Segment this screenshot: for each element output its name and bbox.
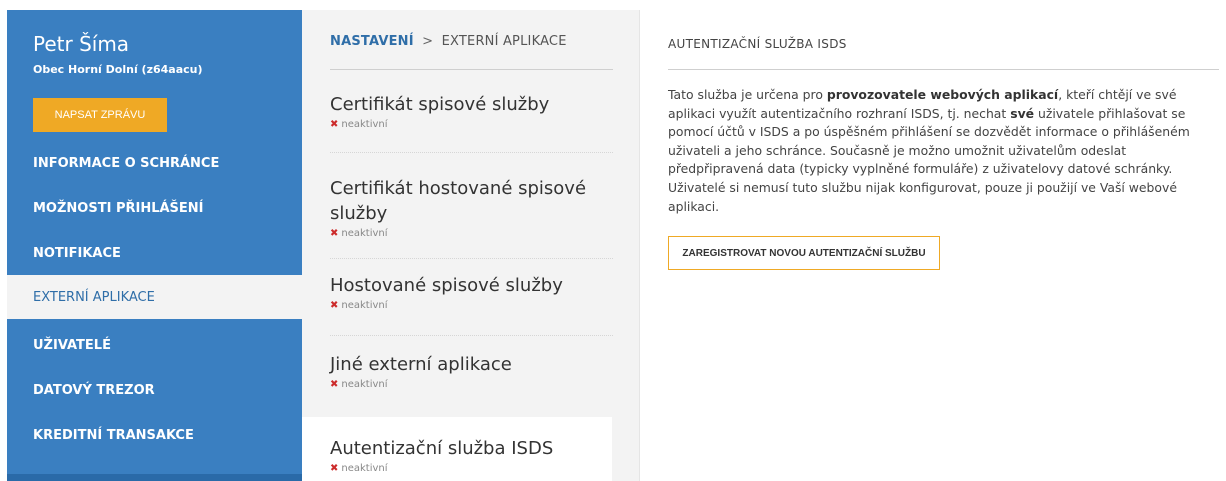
app-item-other-external-apps[interactable]: Jiné externí aplikace ✖ neaktivní (330, 352, 613, 390)
sidebar-item-credit-transactions[interactable]: KREDITNÍ TRANSAKCE (7, 418, 302, 452)
register-auth-service-button[interactable]: ZAREGISTROVAT NOVOU AUTENTIZAČNÍ SLUŽBU (668, 236, 940, 270)
user-organization: Obec Horní Dolní (z64aacu) (33, 63, 203, 76)
divider (668, 69, 1219, 70)
breadcrumb-current: EXTERNÍ APLIKACE (441, 34, 567, 49)
description-text: uživatele přihlašovat se pomocí účtů v I… (668, 105, 1190, 214)
detail-panel: AUTENTIZAČNÍ SLUŽBA ISDS Tato služba je … (639, 10, 1226, 481)
sidebar-item-data-vault[interactable]: DATOVÝ TREZOR (7, 373, 302, 407)
app-item-title: Certifikát spisové služby (330, 94, 550, 115)
status-label: neaktivní (341, 463, 388, 474)
detail-title: AUTENTIZAČNÍ SLUŽBA ISDS (668, 37, 847, 51)
detail-description: Tato služba je určena pro provozovatele … (668, 86, 1213, 216)
sidebar-item-users[interactable]: UŽIVATELÉ (7, 328, 302, 362)
user-name: Petr Šíma (33, 32, 130, 56)
breadcrumb-separator: > (422, 34, 434, 49)
app-item-isds-authentication[interactable]: Autentizační služba ISDS ✖ neaktivní (302, 417, 612, 481)
sidebar: Petr Šíma Obec Horní Dolní (z64aacu) NAP… (7, 10, 302, 481)
app-item-title: Autentizační služba ISDS (330, 438, 554, 459)
status-label: neaktivní (341, 228, 388, 239)
app-item-title: Hostované spisové služby (330, 275, 563, 296)
inactive-x-icon: ✖ (330, 119, 339, 130)
description-bold-text: provozovatele webových aplikací (826, 87, 1059, 102)
breadcrumb: NASTAVENÍ > EXTERNÍ APLIKACE (330, 34, 567, 49)
status-label: neaktivní (341, 379, 388, 390)
external-apps-list-panel: NASTAVENÍ > EXTERNÍ APLIKACE Certifikát … (302, 10, 639, 481)
sidebar-item-mailbox-info[interactable]: INFORMACE O SCHRÁNCE (7, 146, 302, 180)
status-label: neaktivní (341, 119, 388, 130)
app-item-title: Jiné externí aplikace (330, 354, 512, 375)
divider (330, 258, 613, 259)
sidebar-item-login-options[interactable]: MOŽNOSTI PŘIHLÁŠENÍ (7, 191, 302, 225)
description-text: Tato služba je určena pro (668, 87, 827, 102)
sidebar-item-external-apps[interactable]: EXTERNÍ APLIKACE (7, 275, 302, 319)
inactive-x-icon: ✖ (330, 463, 339, 474)
breadcrumb-link-settings[interactable]: NASTAVENÍ (330, 34, 414, 49)
app-item-status: ✖ neaktivní (330, 463, 612, 474)
divider (330, 69, 613, 70)
app-item-status: ✖ neaktivní (330, 379, 613, 390)
app-item-title: Certifikát hostované spisové služby (330, 178, 587, 224)
app-item-hosted-records-certificate[interactable]: Certifikát hostované spisové služby ✖ ne… (330, 176, 613, 239)
inactive-x-icon: ✖ (330, 379, 339, 390)
sidebar-footer-strip (7, 474, 302, 481)
divider (330, 335, 613, 336)
inactive-x-icon: ✖ (330, 300, 339, 311)
inactive-x-icon: ✖ (330, 228, 339, 239)
app-item-status: ✖ neaktivní (330, 119, 613, 130)
app-item-hosted-records-services[interactable]: Hostované spisové služby ✖ neaktivní (330, 273, 613, 311)
sidebar-item-notifications[interactable]: NOTIFIKACE (7, 236, 302, 270)
status-label: neaktivní (341, 300, 388, 311)
app-item-status: ✖ neaktivní (330, 228, 613, 239)
app-item-status: ✖ neaktivní (330, 300, 613, 311)
description-bold-text: své (1010, 105, 1035, 121)
compose-message-button[interactable]: NAPSAT ZPRÁVU (33, 98, 167, 132)
divider (330, 152, 613, 153)
app-item-records-certificate[interactable]: Certifikát spisové služby ✖ neaktivní (330, 92, 613, 130)
